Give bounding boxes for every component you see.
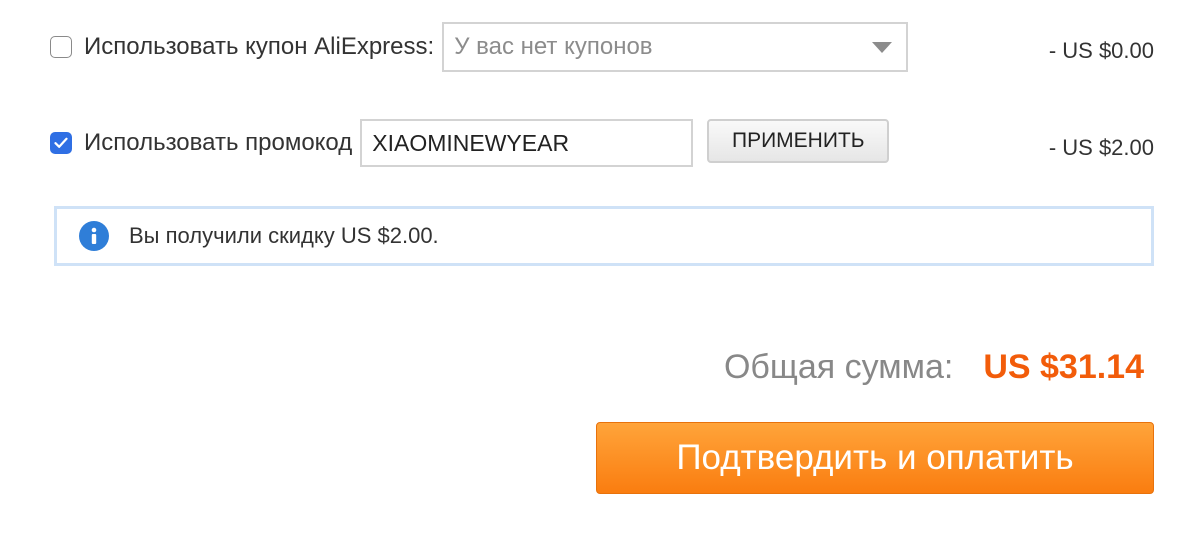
confirm-and-pay-button[interactable]: Подтвердить и оплатить: [596, 422, 1154, 494]
chevron-down-icon: [872, 41, 893, 53]
coupon-select[interactable]: У вас нет купонов: [442, 22, 909, 72]
info-glyph: [91, 227, 97, 244]
promo-discount-amount: - US $2.00: [1048, 135, 1154, 160]
total-label: Общая сумма:: [723, 348, 954, 386]
coupon-select-value: У вас нет купонов: [454, 33, 653, 60]
order-total: Общая сумма: US $31.14: [724, 348, 1144, 387]
apply-promo-button[interactable]: ПРИМЕНИТЬ: [707, 119, 890, 163]
promo-code-input[interactable]: XIAOMINEWYEAR: [360, 119, 694, 167]
promo-label: Использовать промокод: [84, 129, 353, 156]
discount-info-notice: Вы получили скидку US $2.00.: [54, 206, 1154, 266]
coupon-discount-amount: - US $0.00: [1048, 38, 1154, 63]
discount-info-text: Вы получили скидку US $2.00.: [129, 223, 439, 248]
coupon-checkbox[interactable]: [50, 36, 72, 58]
coupon-label: Использовать купон AliExpress:: [84, 33, 435, 60]
checkout-summary: Использовать купон AliExpress: У вас нет…: [0, 0, 1182, 546]
promo-checkbox[interactable]: [50, 132, 72, 154]
info-icon: [79, 221, 109, 251]
coupon-row: Использовать купон AliExpress: У вас нет…: [50, 22, 909, 72]
total-value: US $31.14: [983, 348, 1144, 386]
checkmark-icon: [54, 137, 68, 148]
promo-row: Использовать промокод XIAOMINEWYEAR ПРИМ…: [50, 119, 890, 167]
